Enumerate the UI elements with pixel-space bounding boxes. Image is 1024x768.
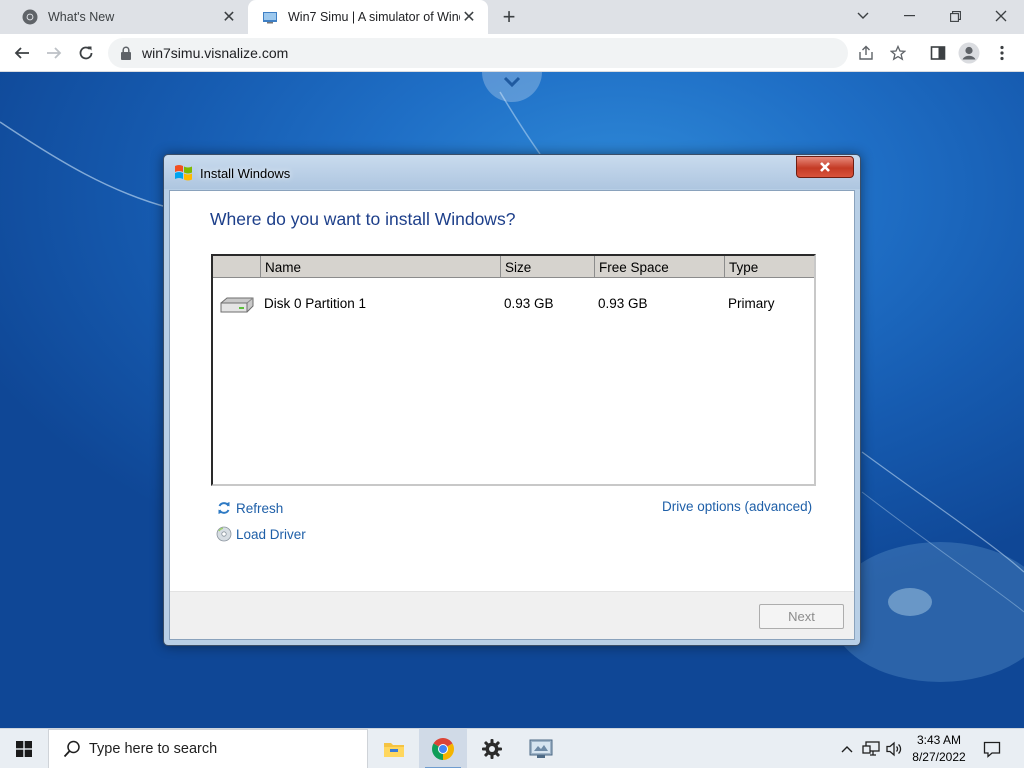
partition-type: Primary [728, 296, 775, 311]
chevron-up-icon [841, 746, 853, 753]
taskbar-file-explorer[interactable] [370, 729, 418, 768]
partition-size: 0.93 GB [504, 296, 554, 311]
install-windows-dialog: Install Windows Where do you want to ins… [163, 154, 861, 646]
chrome-icon [22, 9, 38, 25]
side-panel-icon[interactable] [924, 39, 952, 67]
close-tab-icon[interactable]: ✕ [220, 8, 238, 26]
refresh-icon [218, 502, 230, 514]
tab-title: Win7 Simu | A simulator of Windows 7 [288, 10, 460, 24]
taskbar-settings[interactable] [468, 729, 516, 768]
search-icon [63, 740, 80, 758]
address-bar[interactable]: win7simu.visnalize.com [108, 38, 848, 68]
drive-options-link[interactable]: Drive options (advanced) [662, 499, 812, 514]
column-header-free-space[interactable]: Free Space [594, 256, 724, 278]
new-tab-button[interactable]: + [498, 4, 520, 29]
profile-avatar-icon[interactable] [955, 39, 983, 67]
dialog-content: Where do you want to install Windows? Na… [169, 190, 855, 640]
dialog-heading: Where do you want to install Windows? [210, 209, 516, 229]
chevron-down-icon [503, 76, 521, 88]
taskbar-chrome[interactable] [419, 729, 467, 768]
url-text: win7simu.visnalize.com [142, 45, 289, 61]
show-hidden-icons-chevron[interactable] [836, 729, 858, 768]
chrome-icon [432, 738, 454, 760]
taskbar-search-input[interactable]: Type here to search [48, 729, 368, 768]
clock-date: 8/27/2022 [912, 750, 966, 764]
tab-title: What's New [48, 10, 115, 24]
share-icon[interactable] [852, 39, 880, 67]
refresh-label: Refresh [236, 500, 284, 516]
forward-icon[interactable] [40, 39, 68, 67]
windows-start-icon [16, 741, 32, 757]
column-header-icon [213, 256, 260, 278]
search-placeholder: Type here to search [89, 741, 218, 757]
reload-icon[interactable] [72, 39, 100, 67]
partition-table: Name Size Free Space Type Disk 0 Partiti… [211, 254, 816, 486]
load-driver-link[interactable]: Load Driver [216, 526, 306, 542]
taskbar-clock[interactable]: 3:43 AM 8/27/2022 [904, 732, 974, 766]
dialog-titlebar[interactable]: Install Windows [164, 155, 860, 189]
close-icon [820, 162, 830, 172]
tab-whats-new[interactable]: What's New ✕ [8, 0, 248, 34]
bookmark-star-icon[interactable] [884, 39, 912, 67]
column-header-size[interactable]: Size [500, 256, 594, 278]
partition-free-space: 0.93 GB [598, 296, 648, 311]
minimize-icon[interactable] [886, 0, 932, 32]
partition-name: Disk 0 Partition 1 [264, 296, 367, 311]
restore-icon[interactable] [932, 0, 978, 32]
dialog-title: Install Windows [200, 166, 291, 181]
dialog-close-button[interactable] [796, 156, 854, 178]
hard-drive-icon [220, 297, 254, 313]
table-row[interactable]: Disk 0 Partition 1 0.93 GB 0.93 GB Prima… [213, 286, 814, 326]
column-header-type[interactable]: Type [724, 256, 814, 278]
drive-options-label: Drive options (advanced) [662, 499, 813, 514]
close-window-icon[interactable] [978, 0, 1024, 32]
win7-simu-icon [529, 739, 553, 758]
back-icon[interactable] [8, 39, 36, 67]
next-button[interactable]: Next [759, 604, 844, 629]
gear-icon [482, 739, 502, 759]
table-header: Name Size Free Space Type [213, 256, 814, 278]
volume-icon[interactable] [883, 729, 905, 768]
network-icon[interactable] [860, 729, 882, 768]
browser-toolbar: win7simu.visnalize.com [0, 34, 1024, 72]
load-driver-label: Load Driver [236, 526, 306, 542]
disc-icon [216, 526, 232, 542]
taskbar: Type here to search 3:43 AM 8/27/2022 [0, 728, 1024, 768]
browser-tabstrip: What's New ✕ Win7 Simu | A simulator of … [0, 0, 1024, 34]
lock-icon [121, 46, 131, 60]
refresh-link[interactable]: Refresh [216, 500, 283, 516]
tab-win7-simu[interactable]: Win7 Simu | A simulator of Windows 7 ✕ [248, 0, 488, 34]
win7-simu-icon [263, 12, 277, 24]
start-button[interactable] [0, 729, 48, 768]
taskbar-win7-simu[interactable] [517, 729, 565, 768]
folder-icon [384, 743, 404, 757]
windows-logo-icon [175, 165, 192, 181]
kebab-menu-icon[interactable] [988, 39, 1016, 67]
column-header-name[interactable]: Name [260, 256, 500, 278]
close-tab-icon[interactable]: ✕ [460, 8, 478, 26]
action-center-icon[interactable] [978, 729, 1006, 768]
clock-time: 3:43 AM [916, 733, 962, 747]
dialog-footer: Next [170, 591, 854, 639]
tab-search-icon[interactable] [840, 0, 886, 32]
